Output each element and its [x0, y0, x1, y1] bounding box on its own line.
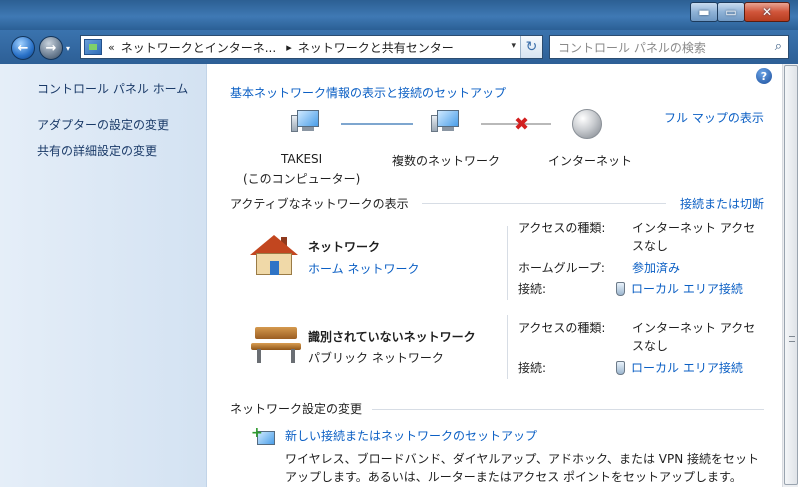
network-adapter-icon: [616, 282, 625, 296]
setup-description-cont: アップします。あるいは、ルーターまたはアクセス ポイントをセットアップします。: [285, 470, 742, 484]
close-icon: ✕: [761, 5, 773, 19]
maximize-icon: ▭: [725, 5, 737, 19]
help-icon: ?: [760, 69, 768, 83]
network-icon: [431, 110, 461, 136]
setup-new-connection-link[interactable]: 新しい接続またはネットワークのセットアップ: [285, 427, 537, 444]
access-type-value-cont: スなし: [632, 339, 669, 353]
network-type-link[interactable]: ホーム ネットワーク: [308, 260, 419, 277]
multiple-networks-label: 複数のネットワーク: [392, 154, 501, 168]
broken-connection-icon: ✖: [514, 114, 530, 135]
new-connection-icon: +: [251, 425, 277, 452]
help-button[interactable]: ?: [756, 68, 772, 84]
connect-disconnect-link[interactable]: 接続または切断: [680, 195, 764, 212]
refresh-button[interactable]: ↻: [520, 36, 542, 58]
internet-globe-icon: [572, 109, 602, 139]
vertical-scrollbar[interactable]: [782, 64, 798, 487]
breadcrumb-network-internet[interactable]: ネットワークとインターネ...: [121, 39, 276, 56]
section-divider: [372, 409, 764, 410]
close-button[interactable]: ✕: [744, 2, 790, 22]
network-name: ネットワーク: [308, 240, 381, 254]
sidebar-item-adapter-settings[interactable]: アダプターの設定の変更: [37, 116, 169, 133]
internet-label: インターネット: [548, 154, 633, 168]
refresh-icon: ↻: [525, 39, 538, 55]
forward-arrow-icon: →: [45, 40, 57, 56]
access-type-value: インターネット アクセ: [632, 221, 756, 235]
navigation-bar: ← → ▾ « ネットワークとインターネ... ▸ ネットワークと共有センター …: [0, 30, 798, 64]
scrollbar-thumb[interactable]: [784, 65, 798, 485]
sidebar-item-advanced-sharing[interactable]: 共有の詳細設定の変更: [37, 142, 157, 159]
minimize-icon: ▬: [698, 5, 710, 19]
maximize-button[interactable]: ▭: [717, 2, 745, 22]
section-divider: [422, 203, 666, 204]
sidebar: コントロール パネル ホーム アダプターの設定の変更 共有の詳細設定の変更: [0, 64, 207, 487]
network-type: パブリック ネットワーク: [308, 351, 444, 365]
forward-button[interactable]: →: [39, 36, 63, 60]
breadcrumb-separator-icon[interactable]: ▸: [286, 41, 292, 54]
active-networks-heading: アクティブなネットワークの表示: [230, 197, 409, 211]
chevron-down-icon: ▾: [66, 44, 71, 53]
control-panel-icon: [84, 39, 102, 55]
access-type-label: アクセスの種類:: [518, 321, 606, 335]
homegroup-link[interactable]: 参加済み: [632, 259, 680, 276]
access-type-value-cont: スなし: [632, 239, 669, 253]
computer-icon: [291, 110, 321, 136]
home-network-icon: [250, 235, 298, 279]
local-area-connection-link[interactable]: ローカル エリア接続: [616, 359, 743, 376]
search-icon[interactable]: ⌕: [775, 39, 782, 54]
computer-subtitle: (このコンピューター): [243, 172, 361, 186]
access-type-value: インターネット アクセ: [632, 321, 756, 335]
main-content: ? 基本ネットワーク情報の表示と接続のセットアップ フル マップの表示 ✖ TA…: [208, 64, 782, 487]
network-name: 識別されていないネットワーク: [308, 330, 476, 344]
breadcrumb-network-sharing-center[interactable]: ネットワークと共有センター: [298, 39, 454, 56]
search-box[interactable]: コントロール パネルの検索 ⌕: [549, 35, 789, 59]
breadcrumb-overflow[interactable]: «: [108, 41, 115, 54]
computer-name: TAKESI: [281, 152, 323, 166]
full-map-link[interactable]: フル マップの表示: [664, 109, 764, 126]
page-heading: 基本ネットワーク情報の表示と接続のセットアップ: [230, 86, 507, 100]
address-dropdown-icon[interactable]: ▾: [511, 41, 516, 51]
access-type-label: アクセスの種類:: [518, 221, 606, 235]
public-network-bench-icon: [251, 327, 301, 365]
address-bar[interactable]: « ネットワークとインターネ... ▸ ネットワークと共有センター ▾ ↻: [80, 35, 543, 59]
details-divider: [507, 226, 508, 300]
search-input[interactable]: コントロール パネルの検索: [558, 39, 706, 56]
title-bar: ▬ ▭ ✕: [0, 0, 798, 30]
minimize-button[interactable]: ▬: [690, 2, 718, 22]
back-button[interactable]: ←: [11, 36, 35, 60]
connection-label: 接続:: [518, 282, 547, 296]
sidebar-control-panel-home[interactable]: コントロール パネル ホーム: [37, 80, 188, 97]
back-arrow-icon: ←: [17, 40, 29, 56]
details-divider: [507, 315, 508, 379]
network-adapter-icon: [616, 361, 625, 375]
setup-description: ワイヤレス、ブロードバンド、ダイヤルアップ、アドホック、または VPN 接続をセ…: [285, 452, 760, 466]
recent-pages-dropdown[interactable]: ▾: [66, 44, 70, 53]
change-settings-heading: ネットワーク設定の変更: [230, 402, 363, 416]
connection-label: 接続:: [518, 361, 547, 375]
local-area-connection-link[interactable]: ローカル エリア接続: [616, 280, 743, 297]
map-connection-line: [341, 123, 413, 125]
homegroup-label: ホームグループ:: [518, 261, 605, 275]
